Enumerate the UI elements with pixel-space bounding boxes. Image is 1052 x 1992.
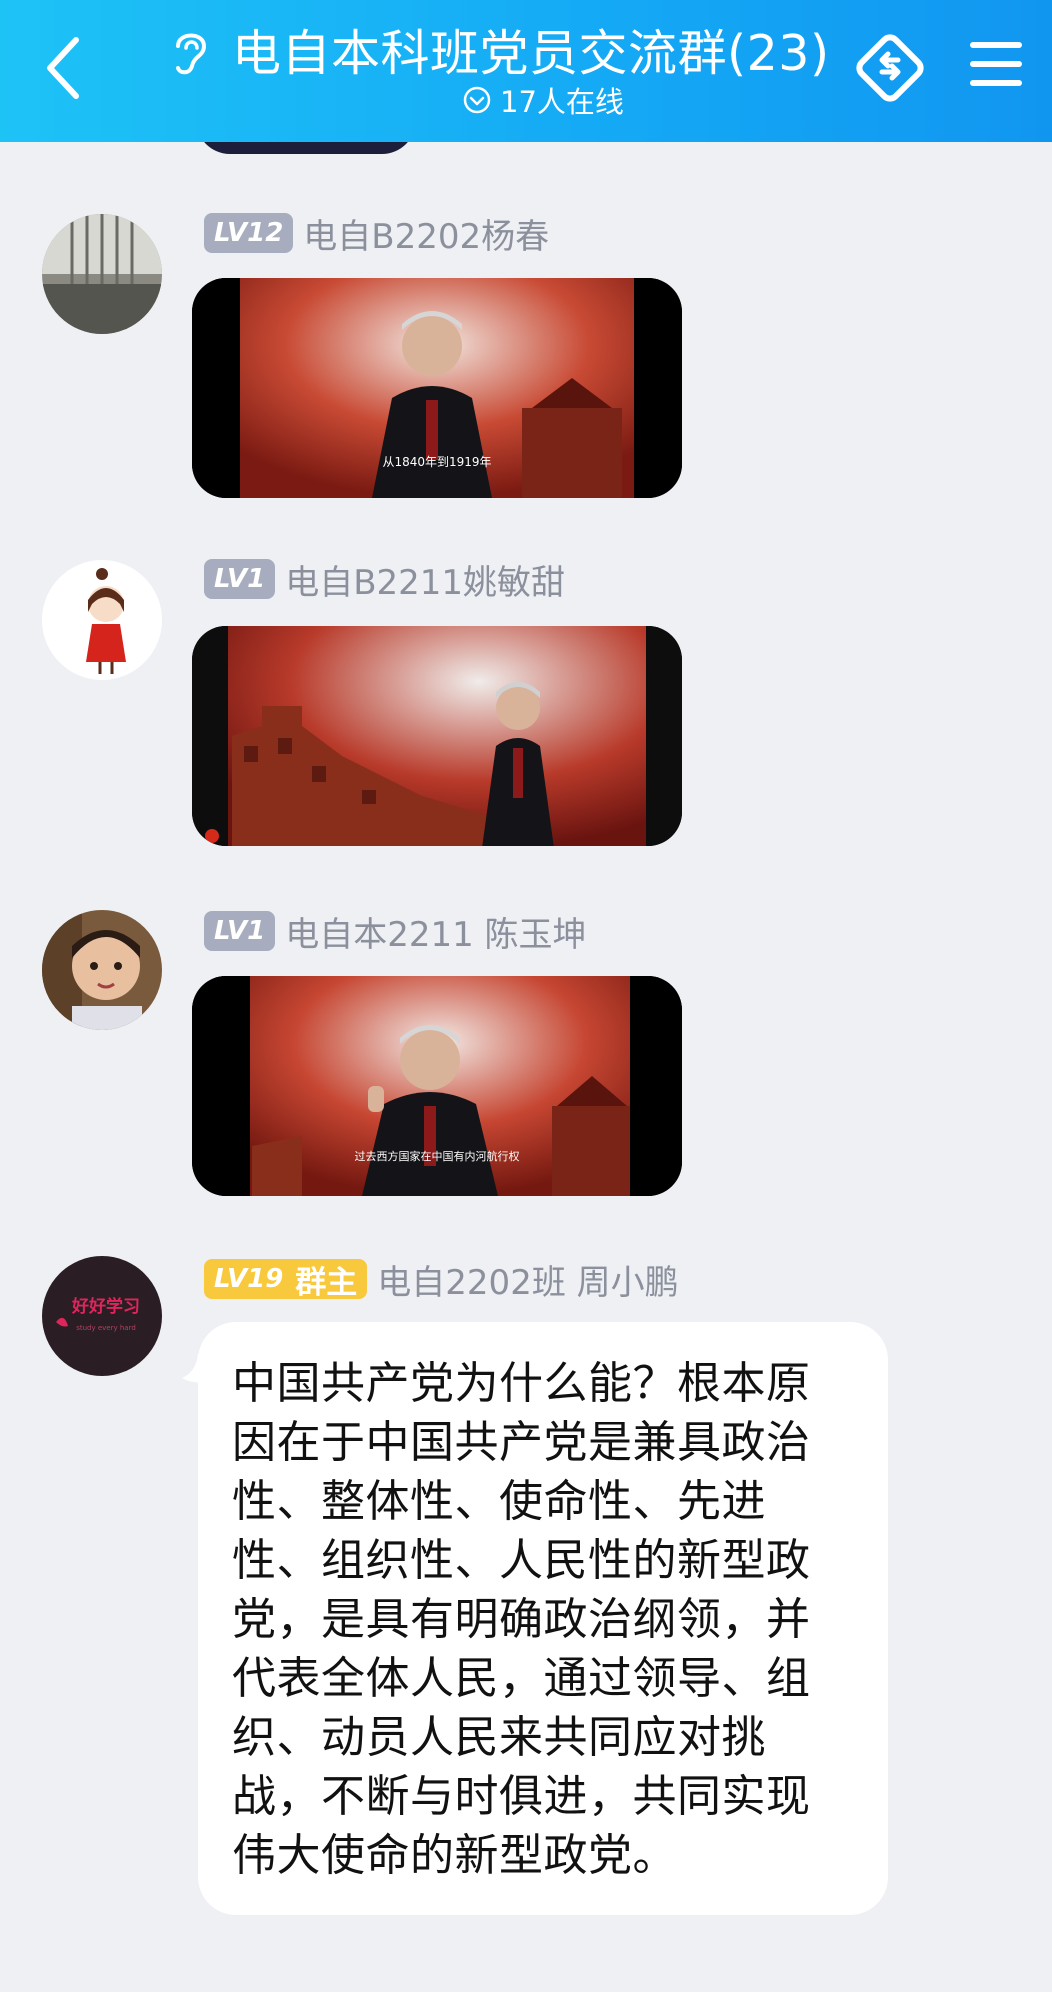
bubble-tail (182, 1354, 216, 1383)
video-thumbnail (192, 626, 682, 846)
message-text: 中国共产党为什么能？根本原因在于中国共产党是兼具政治性、整体性、使命性、先进性、… (232, 1358, 811, 1881)
owner-tag: 群主 (295, 1264, 358, 1301)
owner-level-badge: LV19 群主 (204, 1259, 368, 1301)
chat-header: 电自本科班党员交流群(23) 17人在线 (0, 0, 1052, 142)
sender-row: LV1 电自B2211姚敏甜 (204, 555, 565, 604)
level-badge: LV1 (204, 559, 276, 599)
sender-name[interactable]: 电自B2202杨春 (303, 209, 549, 258)
level-text: LV19 (214, 1264, 284, 1294)
video-thumbnail: 从1840年到1919年 (192, 278, 682, 498)
sender-row: LV1 电自本2211 陈玉坤 (204, 907, 587, 956)
svg-text:好好学习: 好好学习 (71, 1296, 140, 1317)
menu-icon[interactable] (968, 36, 1024, 92)
video-thumbnail: 过去西方国家在中国有内河航行权 (192, 976, 682, 1196)
online-count: 17人在线 (500, 85, 624, 119)
level-badge: LV12 (204, 213, 294, 253)
sender-name[interactable]: 电自B2211姚敏甜 (285, 555, 565, 604)
chat-title[interactable]: 电自本科班党员交流群(23) (232, 14, 830, 85)
video-subtitle: 过去西方国家在中国有内河航行权 (355, 1149, 520, 1163)
sender-row: LV19 群主 电自2202班 周小鹏 (204, 1255, 679, 1304)
online-check-icon (463, 86, 491, 114)
ear-icon[interactable] (168, 26, 212, 78)
avatar[interactable] (42, 214, 162, 334)
video-subtitle: 从1840年到1919年 (382, 455, 491, 469)
svg-text:study every hard: study every hard (76, 1324, 136, 1332)
avatar[interactable] (42, 910, 162, 1030)
avatar[interactable]: 好好学习 study every hard (42, 1256, 162, 1376)
avatar[interactable] (42, 560, 162, 680)
sender-name[interactable]: 电自2202班 周小鹏 (377, 1255, 678, 1304)
sender-row: LV12 电自B2202杨春 (204, 209, 549, 258)
share-icon[interactable] (852, 30, 928, 106)
back-icon[interactable] (40, 30, 90, 106)
sender-name[interactable]: 电自本2211 陈玉坤 (285, 907, 586, 956)
text-message-bubble[interactable]: 中国共产党为什么能？根本原因在于中国共产党是兼具政治性、整体性、使命性、先进性、… (182, 1322, 888, 1915)
video-message[interactable] (192, 626, 682, 846)
video-message[interactable]: 从1840年到1919年 (192, 278, 682, 498)
level-badge: LV1 (204, 911, 276, 951)
online-status[interactable]: 17人在线 (462, 80, 624, 120)
video-message[interactable]: 过去西方国家在中国有内河航行权 (192, 976, 682, 1196)
